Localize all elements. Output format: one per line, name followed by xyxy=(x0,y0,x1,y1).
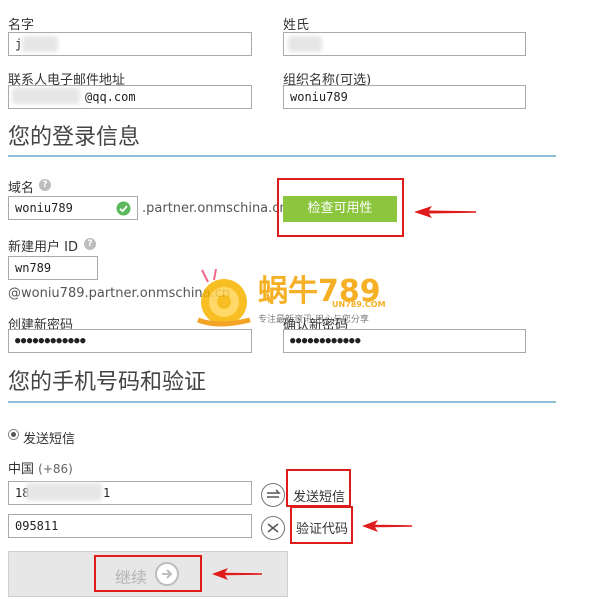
redaction-blur xyxy=(288,36,322,52)
arrow-icon xyxy=(414,206,476,218)
section-divider xyxy=(8,401,556,403)
first-name-label: 名字 xyxy=(8,18,35,33)
help-icon[interactable]: ? xyxy=(84,238,96,250)
verify-icon[interactable] xyxy=(261,516,285,540)
org-input[interactable]: woniu789 xyxy=(283,85,526,109)
verification-code-input[interactable]: 095811 xyxy=(8,514,252,538)
watermark-logo: 蜗牛789 UN789.COM 专注最新资讯 用心与您分享 xyxy=(188,268,418,330)
annotation-box xyxy=(286,469,351,507)
redaction-blur xyxy=(26,483,102,501)
redaction-blur xyxy=(12,88,80,104)
snail-icon xyxy=(197,268,251,327)
country-label: 中国 (+86) xyxy=(8,458,73,477)
redaction-blur xyxy=(22,36,58,52)
watermark-url: UN789.COM xyxy=(332,300,386,309)
arrow-icon xyxy=(362,520,412,532)
checkmark-icon xyxy=(116,201,131,216)
annotation-box xyxy=(277,178,404,237)
help-icon[interactable]: ? xyxy=(39,179,51,191)
user-id-input[interactable]: wn789 xyxy=(8,256,98,280)
confirm-password-input[interactable]: ●●●●●●●●●●●● xyxy=(283,329,526,353)
send-sms-icon[interactable] xyxy=(261,483,285,507)
phone-section-title: 您的手机号码和验证 xyxy=(8,370,207,395)
new-user-id-label: 新建用户 ID xyxy=(8,240,78,255)
domain-suffix: .partner.onmschina.cn xyxy=(142,201,288,216)
domain-label: 域名 xyxy=(8,181,35,196)
send-sms-radio[interactable] xyxy=(8,429,19,440)
arrow-icon xyxy=(212,568,262,580)
annotation-box xyxy=(94,555,202,592)
send-sms-option-label: 发送短信 xyxy=(23,432,76,447)
country-name: 中国 xyxy=(8,462,35,477)
section-divider xyxy=(8,155,556,157)
watermark-slogan: 专注最新资讯 用心与您分享 xyxy=(258,315,369,325)
last-name-label: 姓氏 xyxy=(283,18,310,33)
create-password-input[interactable]: ●●●●●●●●●●●● xyxy=(8,329,252,353)
country-code: (+86) xyxy=(38,462,73,476)
annotation-box xyxy=(290,506,353,544)
login-section-title: 您的登录信息 xyxy=(8,125,141,150)
